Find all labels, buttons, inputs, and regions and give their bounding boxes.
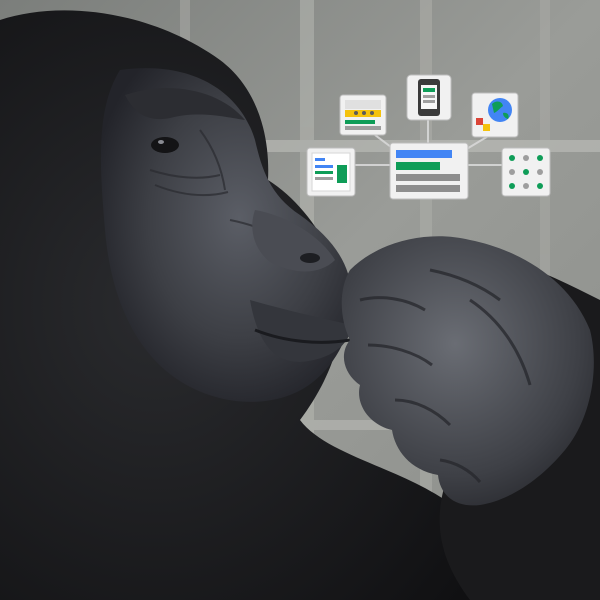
nostril — [300, 253, 320, 263]
gorilla-eye — [151, 137, 179, 153]
gorilla-photo — [0, 0, 600, 600]
eye-glint — [158, 140, 164, 144]
photo-scene — [0, 0, 600, 600]
